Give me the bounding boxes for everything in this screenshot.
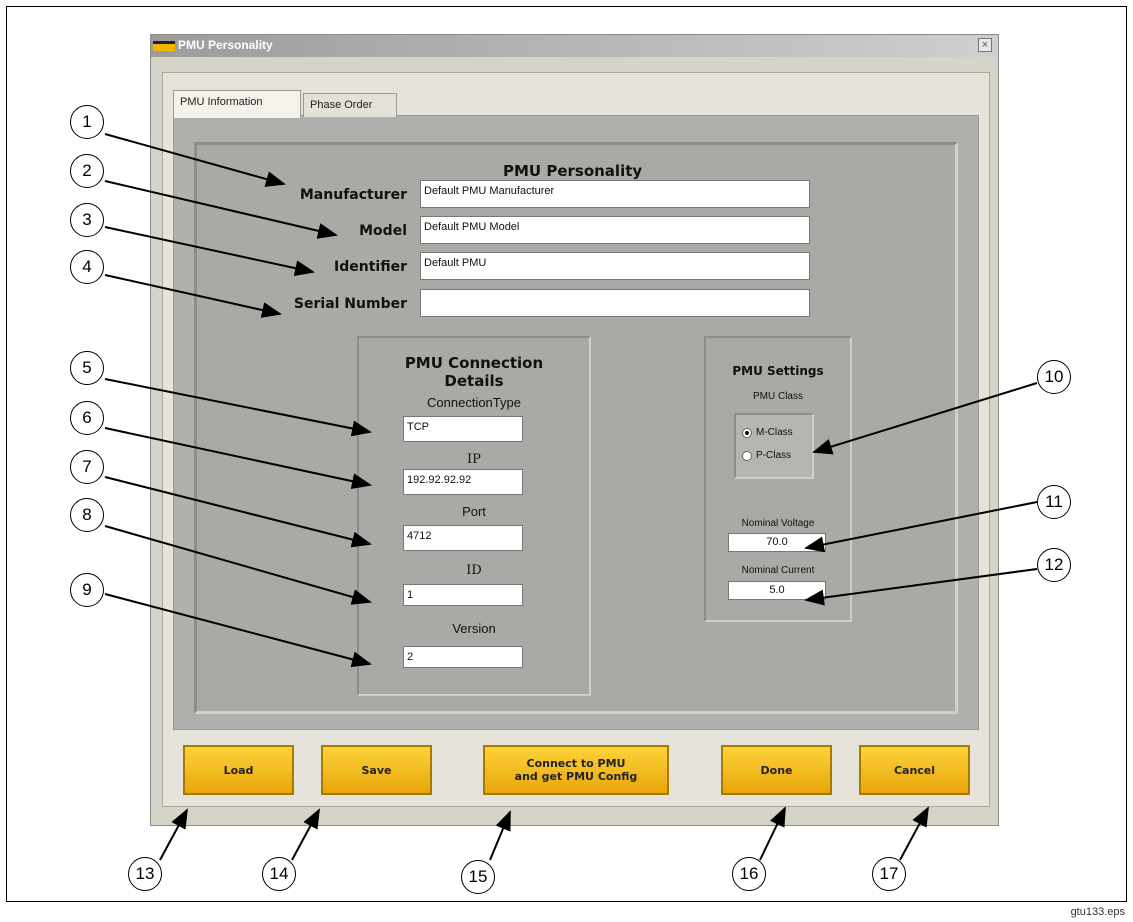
callout-6: 6 bbox=[70, 401, 104, 435]
ip-field[interactable]: 192.92.92.92 bbox=[403, 469, 523, 495]
port-label: Port bbox=[462, 504, 486, 519]
tab-phase-order[interactable]: Phase Order bbox=[303, 93, 397, 117]
pmu-personality-window: PMU Personality × PMU Information Phase … bbox=[150, 34, 999, 826]
model-label: Model bbox=[359, 223, 407, 239]
pmu-class-radio-group: M-Class P-Class bbox=[734, 413, 814, 479]
window-title: PMU Personality bbox=[178, 38, 273, 52]
identifier-field[interactable]: Default PMU bbox=[420, 252, 810, 280]
figure-file-label: gtu133.eps bbox=[1070, 906, 1125, 918]
title-bar[interactable]: PMU Personality × bbox=[151, 35, 998, 57]
connect-to-pmu-button[interactable]: Connect to PMU and get PMU Config bbox=[483, 745, 669, 795]
manufacturer-field[interactable]: Default PMU Manufacturer bbox=[420, 180, 810, 208]
port-field[interactable]: 4712 bbox=[403, 525, 523, 551]
callout-15: 15 bbox=[461, 860, 495, 894]
p-class-label: P-Class bbox=[756, 450, 792, 461]
m-class-label: M-Class bbox=[756, 427, 793, 438]
load-button[interactable]: Load bbox=[183, 745, 294, 795]
callout-16: 16 bbox=[732, 857, 766, 891]
callout-4: 4 bbox=[70, 250, 104, 284]
model-field[interactable]: Default PMU Model bbox=[420, 216, 810, 244]
tab-pmu-information[interactable]: PMU Information bbox=[173, 90, 301, 118]
save-button[interactable]: Save bbox=[321, 745, 432, 795]
connect-button-line2: and get PMU Config bbox=[514, 770, 638, 783]
done-button[interactable]: Done bbox=[721, 745, 832, 795]
callout-11: 11 bbox=[1037, 485, 1071, 519]
manufacturer-label: Manufacturer bbox=[299, 187, 407, 203]
nominal-current-label: Nominal Current bbox=[741, 565, 815, 576]
nominal-voltage-label: Nominal Voltage bbox=[741, 518, 815, 529]
connect-button-line1: Connect to PMU bbox=[526, 757, 626, 770]
content-panel: PMU Personality Manufacturer Default PMU… bbox=[194, 142, 958, 714]
tab-content-area: PMU Personality Manufacturer Default PMU… bbox=[173, 115, 979, 730]
callout-13: 13 bbox=[128, 857, 162, 891]
p-class-radio[interactable] bbox=[742, 451, 752, 461]
callout-10: 10 bbox=[1037, 360, 1071, 394]
id-label: ID bbox=[466, 563, 482, 578]
serial-number-field[interactable] bbox=[420, 289, 810, 317]
callout-9: 9 bbox=[70, 573, 104, 607]
callout-8: 8 bbox=[70, 498, 104, 532]
m-class-radio[interactable] bbox=[742, 428, 752, 438]
version-label: Version bbox=[452, 621, 496, 636]
connection-heading-line2: Details bbox=[444, 372, 504, 390]
id-field[interactable]: 1 bbox=[403, 584, 523, 606]
callout-5: 5 bbox=[70, 351, 104, 385]
ip-label: IP bbox=[467, 452, 481, 467]
callout-7: 7 bbox=[70, 450, 104, 484]
callout-1: 1 bbox=[70, 105, 104, 139]
app-logo-icon bbox=[153, 41, 175, 51]
connection-type-label: ConnectionType bbox=[427, 395, 521, 410]
serial-number-label: Serial Number bbox=[293, 296, 407, 312]
close-button[interactable]: × bbox=[978, 38, 992, 52]
connection-details-group: PMU Connection Details ConnectionType TC… bbox=[357, 336, 591, 696]
callout-17: 17 bbox=[872, 857, 906, 891]
pmu-class-label: PMU Class bbox=[752, 391, 803, 402]
nominal-voltage-field[interactable]: 70.0 bbox=[728, 533, 826, 552]
callout-3: 3 bbox=[70, 203, 104, 237]
personality-heading: PMU Personality bbox=[503, 162, 643, 180]
callout-2: 2 bbox=[70, 154, 104, 188]
callout-14: 14 bbox=[262, 857, 296, 891]
connection-heading-line1: PMU Connection bbox=[404, 354, 544, 372]
identifier-label: Identifier bbox=[334, 259, 407, 275]
settings-heading: PMU Settings bbox=[732, 364, 824, 378]
nominal-current-field[interactable]: 5.0 bbox=[728, 581, 826, 600]
version-field[interactable]: 2 bbox=[403, 646, 523, 668]
cancel-button[interactable]: Cancel bbox=[859, 745, 970, 795]
connection-type-field[interactable]: TCP bbox=[403, 416, 523, 442]
callout-12: 12 bbox=[1037, 548, 1071, 582]
pmu-settings-group: PMU Settings PMU Class M-Class P-Class N… bbox=[704, 336, 852, 622]
